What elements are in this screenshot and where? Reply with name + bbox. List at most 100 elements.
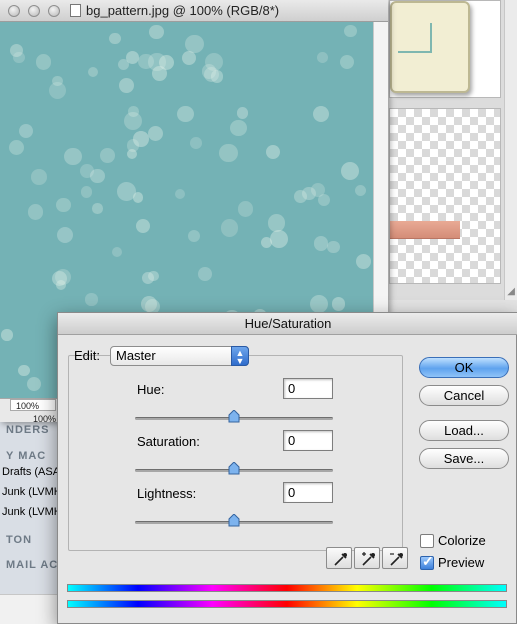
ribbon-artwork [390, 221, 460, 239]
preview-label: Preview [438, 555, 485, 570]
result-hue-bar [67, 600, 507, 608]
lightness-field[interactable]: 0 [283, 482, 333, 503]
transparent-layer-preview [389, 108, 501, 284]
bokeh-dot [187, 229, 201, 242]
bokeh-dot [56, 226, 73, 243]
screen: ◢ NDERS Y MAC Drafts (ASA Junk (LVMH Jun… [0, 0, 517, 624]
source-hue-bar [67, 584, 507, 592]
bokeh-dot [80, 186, 92, 198]
zoom-button[interactable] [48, 5, 60, 17]
bokeh-dot [92, 203, 103, 214]
edit-select[interactable]: Master ▲ ▼ [110, 346, 249, 366]
close-button[interactable] [8, 5, 20, 17]
zoom-level: 100% [16, 401, 40, 411]
bokeh-dot [31, 169, 47, 185]
bokeh-dot [80, 164, 94, 178]
bokeh-dot [149, 25, 164, 40]
vertical-scrollbar[interactable] [504, 0, 517, 300]
bokeh-dot [236, 106, 249, 119]
bokeh-dot [317, 52, 328, 63]
hue-saturation-dialog: Hue/Saturation Edit: Master ▲ ▼ Hue: 0 Sa… [57, 312, 517, 624]
bokeh-dot [147, 125, 164, 142]
eyedropper-icon[interactable] [326, 547, 352, 569]
bokeh-dot [100, 147, 116, 163]
background-document-window: ◢ [384, 0, 517, 300]
bokeh-dot [141, 272, 154, 285]
card-artwork [390, 1, 470, 93]
preview-checkbox[interactable]: ✓ [420, 553, 434, 570]
mail-section-header: MAIL AC [6, 559, 59, 571]
bokeh-dot [339, 54, 355, 70]
bokeh-dot [265, 145, 281, 160]
bokeh-dot [219, 143, 238, 163]
bokeh-dot [118, 78, 134, 93]
minimize-button[interactable] [28, 5, 40, 17]
colorize-checkbox[interactable] [420, 534, 434, 548]
bokeh-dot [35, 54, 52, 70]
bokeh-dot [237, 201, 254, 217]
bokeh-dot [344, 24, 357, 37]
mailbox-item-junk[interactable]: Junk (LVMH [0, 502, 60, 522]
bokeh-dot [8, 140, 24, 156]
bokeh-dot [18, 364, 30, 377]
lightness-slider-thumb[interactable] [228, 514, 240, 527]
mail-bottom-bar [0, 594, 60, 624]
bokeh-dot [133, 131, 150, 147]
mail-section-header: Y MAC [6, 450, 47, 462]
mail-section-header: TON [6, 534, 33, 546]
bokeh-dot [341, 161, 360, 180]
bokeh-dot [118, 59, 130, 71]
bokeh-dot [51, 75, 63, 87]
mail-section-header: NDERS [6, 424, 50, 436]
dialog-title: Hue/Saturation [58, 313, 517, 335]
eyedropper-plus-icon[interactable] [354, 547, 380, 569]
resize-grip-icon[interactable]: ◢ [507, 286, 515, 297]
mailbox-item-drafts[interactable]: Drafts (ASA [0, 462, 60, 482]
bokeh-dot [354, 184, 367, 197]
mailbox-item-junk[interactable]: Junk (LVMH [0, 482, 60, 502]
bokeh-dot [51, 270, 67, 287]
saturation-field[interactable]: 0 [283, 430, 333, 451]
lightness-label: Lightness: [137, 486, 197, 501]
bokeh-dot [270, 230, 288, 248]
hue-label: Hue: [137, 382, 165, 397]
bokeh-dot [27, 203, 44, 220]
cancel-button[interactable]: Cancel [419, 385, 509, 406]
mail-sidebar: NDERS Y MAC Drafts (ASA Junk (LVMH Junk … [0, 416, 60, 624]
bokeh-dot [64, 147, 82, 166]
bokeh-dot [85, 293, 98, 306]
saturation-label: Saturation: [137, 434, 200, 449]
bokeh-dot [109, 32, 122, 45]
eyedropper-minus-icon[interactable] [382, 547, 408, 569]
bokeh-dot [140, 295, 157, 312]
ok-button[interactable]: OK [419, 357, 509, 378]
bokeh-dot [124, 112, 142, 131]
checkmark-icon: ✓ [422, 553, 434, 569]
document-icon [70, 4, 81, 17]
bokeh-dot [135, 219, 150, 234]
bokeh-dot [138, 53, 154, 70]
saturation-slider-thumb[interactable] [228, 462, 240, 475]
background-preview-card [389, 0, 501, 98]
bokeh-dot [230, 119, 247, 137]
bokeh-dot [88, 66, 99, 77]
bokeh-dot [185, 34, 204, 54]
bokeh-dot [326, 240, 340, 254]
hue-slider-thumb[interactable] [228, 410, 240, 423]
edit-select-value: Master [116, 348, 156, 363]
bokeh-dot [9, 44, 23, 58]
hue-field[interactable]: 0 [283, 378, 333, 399]
bokeh-dot [221, 219, 239, 237]
bokeh-dot [332, 297, 346, 311]
document-titlebar[interactable]: bg_pattern.jpg @ 100% (RGB/8*) [0, 0, 388, 22]
bokeh-dot [314, 236, 329, 251]
bokeh-dot [1, 329, 13, 341]
load-button[interactable]: Load... [419, 420, 509, 441]
select-arrows-icon: ▲ ▼ [231, 346, 249, 366]
bokeh-dot [18, 124, 34, 139]
bokeh-dot [356, 253, 372, 269]
colorize-label: Colorize [438, 533, 486, 548]
save-button[interactable]: Save... [419, 448, 509, 469]
bokeh-dot [56, 198, 71, 213]
bokeh-dot [27, 377, 42, 391]
